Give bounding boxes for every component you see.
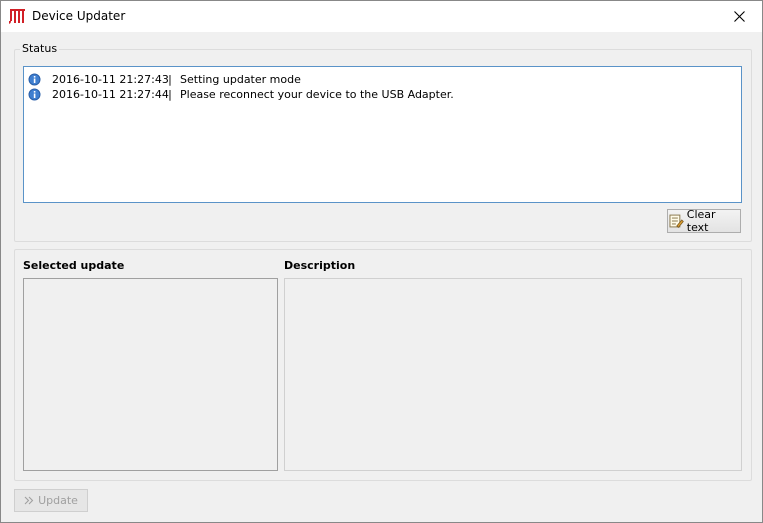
log-entry: 2016-10-11 21:27:44 | Please reconnect y… bbox=[28, 87, 454, 102]
selected-update-list[interactable] bbox=[23, 278, 278, 471]
clear-text-icon bbox=[669, 214, 684, 228]
update-button-label: Update bbox=[38, 494, 78, 507]
status-log[interactable]: 2016-10-11 21:27:43 | Setting updater mo… bbox=[23, 66, 742, 203]
status-group-label: Status bbox=[20, 42, 60, 55]
log-timestamp: 2016-10-11 21:27:43 bbox=[52, 73, 169, 86]
device-updater-window: Device Updater Status 2016-10-11 21:27:4… bbox=[0, 0, 763, 523]
close-icon bbox=[733, 11, 745, 22]
log-timestamp: 2016-10-11 21:27:44 bbox=[52, 88, 169, 101]
description-panel bbox=[284, 278, 742, 471]
selected-update-heading: Selected update bbox=[23, 259, 125, 272]
clear-text-label: Clear text bbox=[686, 208, 716, 234]
window-title: Device Updater bbox=[32, 9, 126, 23]
description-heading: Description bbox=[284, 259, 356, 272]
close-button[interactable] bbox=[716, 1, 762, 32]
log-entry: 2016-10-11 21:27:43 | Setting updater mo… bbox=[28, 72, 301, 87]
title-bar[interactable]: Device Updater bbox=[1, 1, 762, 32]
log-message: Please reconnect your device to the USB … bbox=[180, 88, 454, 101]
info-icon bbox=[28, 73, 41, 86]
jeti-logo-icon bbox=[9, 9, 25, 24]
update-button[interactable]: Update bbox=[14, 489, 88, 512]
clear-text-button[interactable]: Clear text bbox=[667, 208, 741, 234]
log-message: Setting updater mode bbox=[180, 73, 301, 86]
info-icon bbox=[28, 88, 41, 101]
log-separator: | bbox=[168, 73, 172, 86]
log-separator: | bbox=[168, 88, 172, 101]
double-chevron-right-icon bbox=[24, 496, 34, 505]
